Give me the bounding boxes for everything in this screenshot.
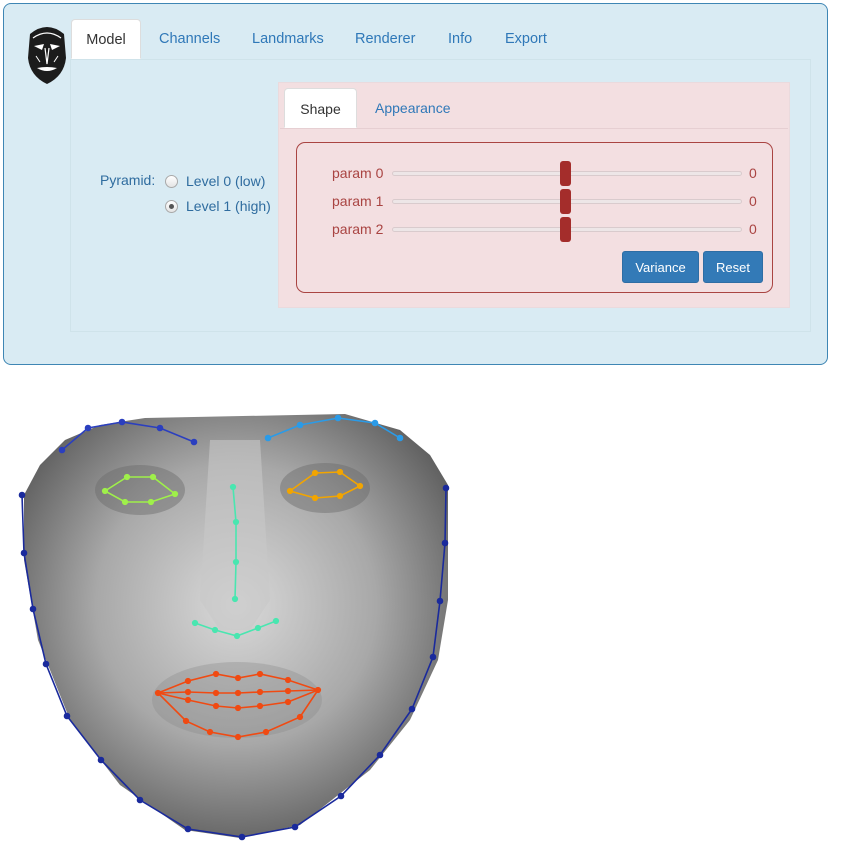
pyramid-label: Pyramid:	[100, 172, 156, 188]
radio-level0[interactable]	[165, 174, 178, 188]
param-1-label: param 1	[332, 193, 384, 209]
variance-button[interactable]: Variance	[622, 251, 699, 283]
param-1-value: 0	[749, 193, 757, 209]
face-canvas[interactable]	[0, 388, 470, 842]
tab-landmarks[interactable]: Landmarks	[252, 19, 324, 59]
tab-export[interactable]: Export	[505, 19, 547, 59]
tab-renderer[interactable]: Renderer	[355, 19, 415, 59]
pyramid-option-level0[interactable]: Level 0 (low)	[165, 172, 265, 190]
reset-button[interactable]: Reset	[703, 251, 763, 283]
mask-logo-icon	[28, 27, 66, 84]
tab-channels[interactable]: Channels	[159, 19, 220, 59]
param-1-slider-handle[interactable]	[560, 189, 571, 214]
param-0-slider-handle[interactable]	[560, 161, 571, 186]
subtab-appearance[interactable]: Appearance	[375, 88, 451, 128]
subtab-divider	[280, 128, 788, 129]
subtab-shape[interactable]: Shape	[284, 88, 357, 128]
tab-info[interactable]: Info	[448, 19, 472, 59]
radio-level1[interactable]	[165, 199, 178, 213]
left-eye-shadow	[95, 465, 185, 515]
radio-level1-label: Level 1 (high)	[186, 198, 271, 214]
param-0-label: param 0	[332, 165, 384, 181]
param-2-value: 0	[749, 221, 757, 237]
param-2-slider-handle[interactable]	[560, 217, 571, 242]
pyramid-option-level1[interactable]: Level 1 (high)	[165, 197, 271, 215]
radio-level0-label: Level 0 (low)	[186, 173, 266, 189]
tab-model[interactable]: Model	[71, 19, 141, 59]
param-0-value: 0	[749, 165, 757, 181]
mouth-shading	[152, 662, 322, 738]
param-2-label: param 2	[332, 221, 384, 237]
